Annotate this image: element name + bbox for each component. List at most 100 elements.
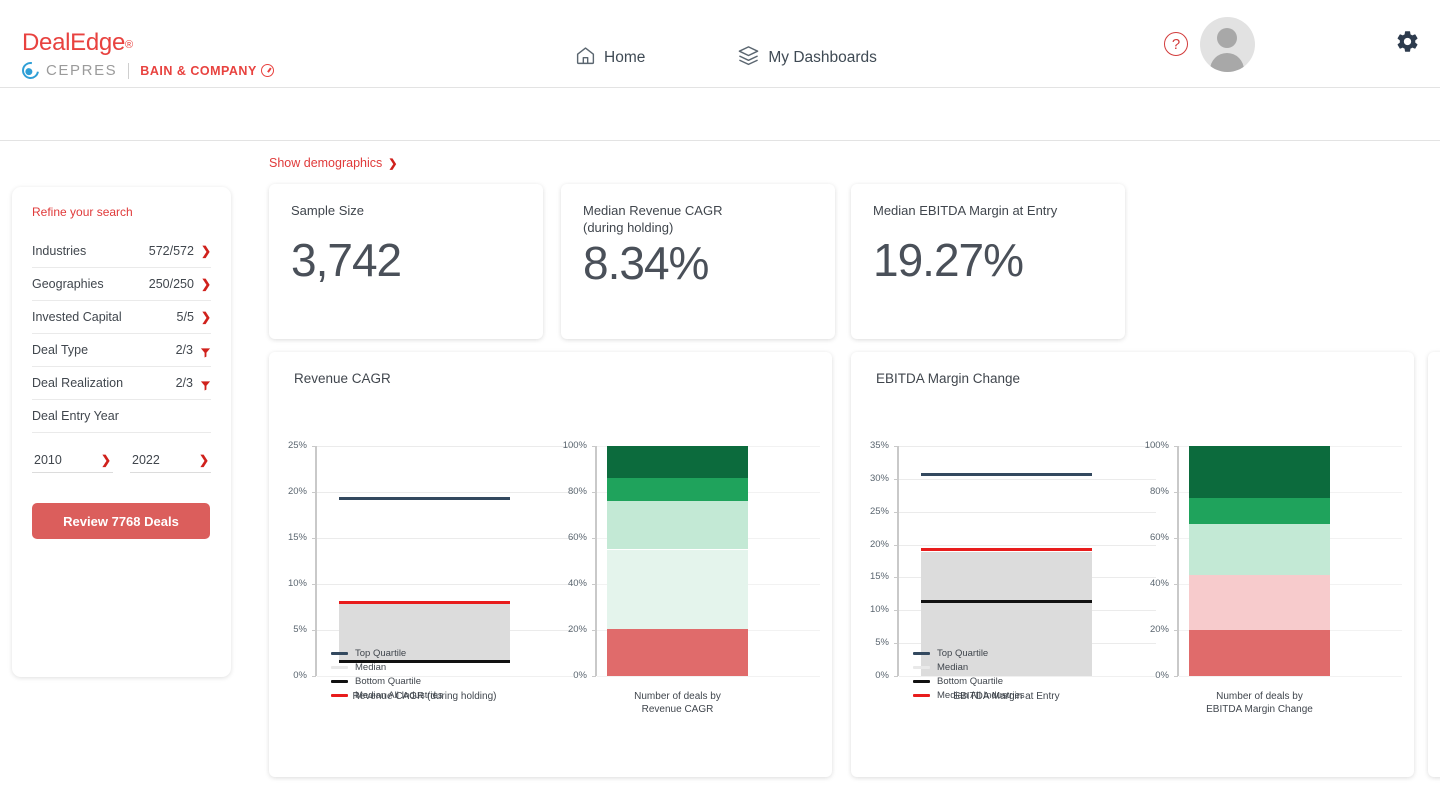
app-header: DealEdge® CEPRES BAIN & COMPANY Home [0, 0, 1440, 88]
chevron-down-icon[interactable]: ❯ [201, 311, 211, 323]
show-demographics-toggle[interactable]: Show demographics ❯ [269, 156, 397, 170]
filter-controls: 2/3 [176, 376, 211, 390]
logo-partners: CEPRES BAIN & COMPANY [22, 62, 274, 79]
year-from-select[interactable]: 2010 ❯ [32, 449, 113, 473]
x-axis-label-line1: Number of deals by [537, 690, 818, 703]
deal-entry-year-range: 2010 ❯ 2022 ❯ [32, 449, 211, 473]
chevron-down-icon[interactable]: ❯ [201, 278, 211, 290]
y-axis-tick-label: 10% [855, 605, 889, 615]
filter-label: Deal Realization [32, 376, 123, 390]
avatar[interactable] [1200, 17, 1255, 72]
refine-search-panel: Refine your search Industries 572/572 ❯ … [12, 187, 231, 677]
legend-label: Top Quartile [355, 648, 406, 659]
grid-line [317, 584, 574, 585]
kpi-card-median-revenue-cagr: Median Revenue CAGR (during holding) 8.3… [561, 184, 835, 339]
filter-controls: 250/250 ❯ [149, 277, 211, 291]
stack-segment-bucket-5[interactable] [1189, 446, 1330, 498]
kpi-value: 8.34% [583, 236, 813, 290]
filter-controls: 5/5 ❯ [177, 310, 211, 324]
marker-line-top-quartile [339, 497, 510, 500]
grid-line [899, 512, 1156, 513]
filter-label: Industries [32, 244, 86, 258]
logo-bain-text: BAIN & COMPANY [140, 64, 274, 78]
stack-segment-bucket-4[interactable] [1189, 498, 1330, 524]
refine-search-title: Refine your search [32, 205, 211, 219]
filter-label: Deal Type [32, 343, 88, 357]
year-to-select[interactable]: 2022 ❯ [130, 449, 211, 473]
filter-row-invested-capital[interactable]: Invested Capital 5/5 ❯ [32, 301, 211, 334]
stack-segment-bucket-1[interactable] [607, 629, 748, 676]
bain-icon [261, 64, 274, 77]
gear-icon[interactable] [1395, 29, 1420, 59]
stack-segment-bucket-1[interactable] [1189, 630, 1330, 676]
legend-item-top-quartile: Top Quartile [913, 648, 1025, 659]
chart-legend: Top Quartile Median Bottom Quartile Medi… [331, 648, 443, 704]
stack-segment-bucket-3[interactable] [1189, 524, 1330, 575]
filter-controls: 572/572 ❯ [149, 244, 211, 258]
chevron-down-icon[interactable]: ❯ [201, 245, 211, 257]
grid-line [899, 446, 1156, 447]
stack-segment-bucket-2[interactable] [1189, 575, 1330, 630]
funnel-icon[interactable] [200, 345, 211, 356]
year-from-value: 2010 [34, 453, 62, 467]
grid-line [597, 676, 820, 677]
x-axis-label: Number of deals byEBITDA Margin Change [1119, 690, 1400, 716]
marker-line-median-all-industries [921, 548, 1092, 551]
legend-label: Bottom Quartile [937, 676, 1003, 687]
stack-segment-bucket-3[interactable] [607, 501, 748, 549]
filter-row-deal-type[interactable]: Deal Type 2/3 [32, 334, 211, 367]
y-axis-tick-label: 20% [855, 540, 889, 550]
stack-segment-bucket-2[interactable] [607, 550, 748, 629]
brand-logo[interactable]: DealEdge® CEPRES BAIN & COMPANY [22, 30, 274, 79]
legend-swatch [331, 652, 348, 655]
filter-label: Geographies [32, 277, 104, 291]
page-body: Show demographics ❯ Refine your search I… [0, 141, 1440, 810]
filter-row-deal-realization[interactable]: Deal Realization 2/3 [32, 367, 211, 400]
x-axis-label-line1: Number of deals by [1119, 690, 1400, 703]
y-axis-tick-label: 20% [553, 625, 587, 635]
kpi-title: Median Revenue CAGR (during holding) [583, 202, 813, 236]
legend-item-bottom-quartile: Bottom Quartile [331, 676, 443, 687]
y-axis-tick-label: 60% [1135, 533, 1169, 543]
nav-item-home[interactable]: Home [575, 44, 645, 72]
y-axis-tick-label: 80% [553, 487, 587, 497]
legend-swatch [331, 666, 348, 669]
y-axis-tick-label: 0% [855, 671, 889, 681]
help-icon[interactable]: ? [1164, 32, 1188, 56]
legend-item-median-all-industries: Median All Industries [913, 690, 1025, 701]
legend-label: Bottom Quartile [355, 676, 421, 687]
review-deals-button[interactable]: Review 7768 Deals [32, 503, 210, 539]
grid-line [1179, 676, 1402, 677]
chart-card-revenue-cagr: Revenue CAGR 0%5%10%15%20%25%Revenue CAG… [269, 352, 832, 777]
funnel-icon[interactable] [200, 378, 211, 389]
chart-card-partial-next [1428, 352, 1440, 777]
filter-row-geographies[interactable]: Geographies 250/250 ❯ [32, 268, 211, 301]
legend-swatch [913, 680, 930, 683]
y-axis-tick-label: 20% [1135, 625, 1169, 635]
stack-segment-bucket-5[interactable] [607, 446, 748, 478]
kpi-title-line2: (during holding) [583, 219, 813, 236]
legend-label: Top Quartile [937, 648, 988, 659]
nav-item-my-dashboards[interactable]: My Dashboards [737, 44, 877, 72]
y-axis-line [315, 446, 317, 676]
revenue-cagr-boxplot: 0%5%10%15%20%25%Revenue CAGR (during hol… [269, 352, 549, 777]
main-nav: Home My Dashboards [575, 44, 877, 72]
y-axis-line [595, 446, 597, 676]
chevron-down-icon: ❯ [199, 454, 209, 466]
logo-cepres-text: CEPRES [46, 62, 117, 79]
y-axis-tick-label: 100% [553, 441, 587, 451]
legend-item-median: Median [913, 662, 1025, 673]
stack-segment-bucket-4[interactable] [607, 478, 748, 501]
chart-legend: Top Quartile Median Bottom Quartile Medi… [913, 648, 1025, 704]
axis-tick [894, 676, 898, 677]
nav-item-home-label: Home [604, 49, 645, 67]
y-axis-tick-label: 25% [855, 507, 889, 517]
kpi-title-line1: Median Revenue CAGR [583, 202, 813, 219]
y-axis-tick-label: 40% [1135, 579, 1169, 589]
deal-entry-year-label: Deal Entry Year [32, 409, 119, 423]
filter-row-industries[interactable]: Industries 572/572 ❯ [32, 235, 211, 268]
kpi-title: Sample Size [291, 202, 521, 219]
marker-line-bottom-quartile [921, 600, 1092, 603]
y-axis-tick-label: 35% [855, 441, 889, 451]
grid-line [317, 538, 574, 539]
